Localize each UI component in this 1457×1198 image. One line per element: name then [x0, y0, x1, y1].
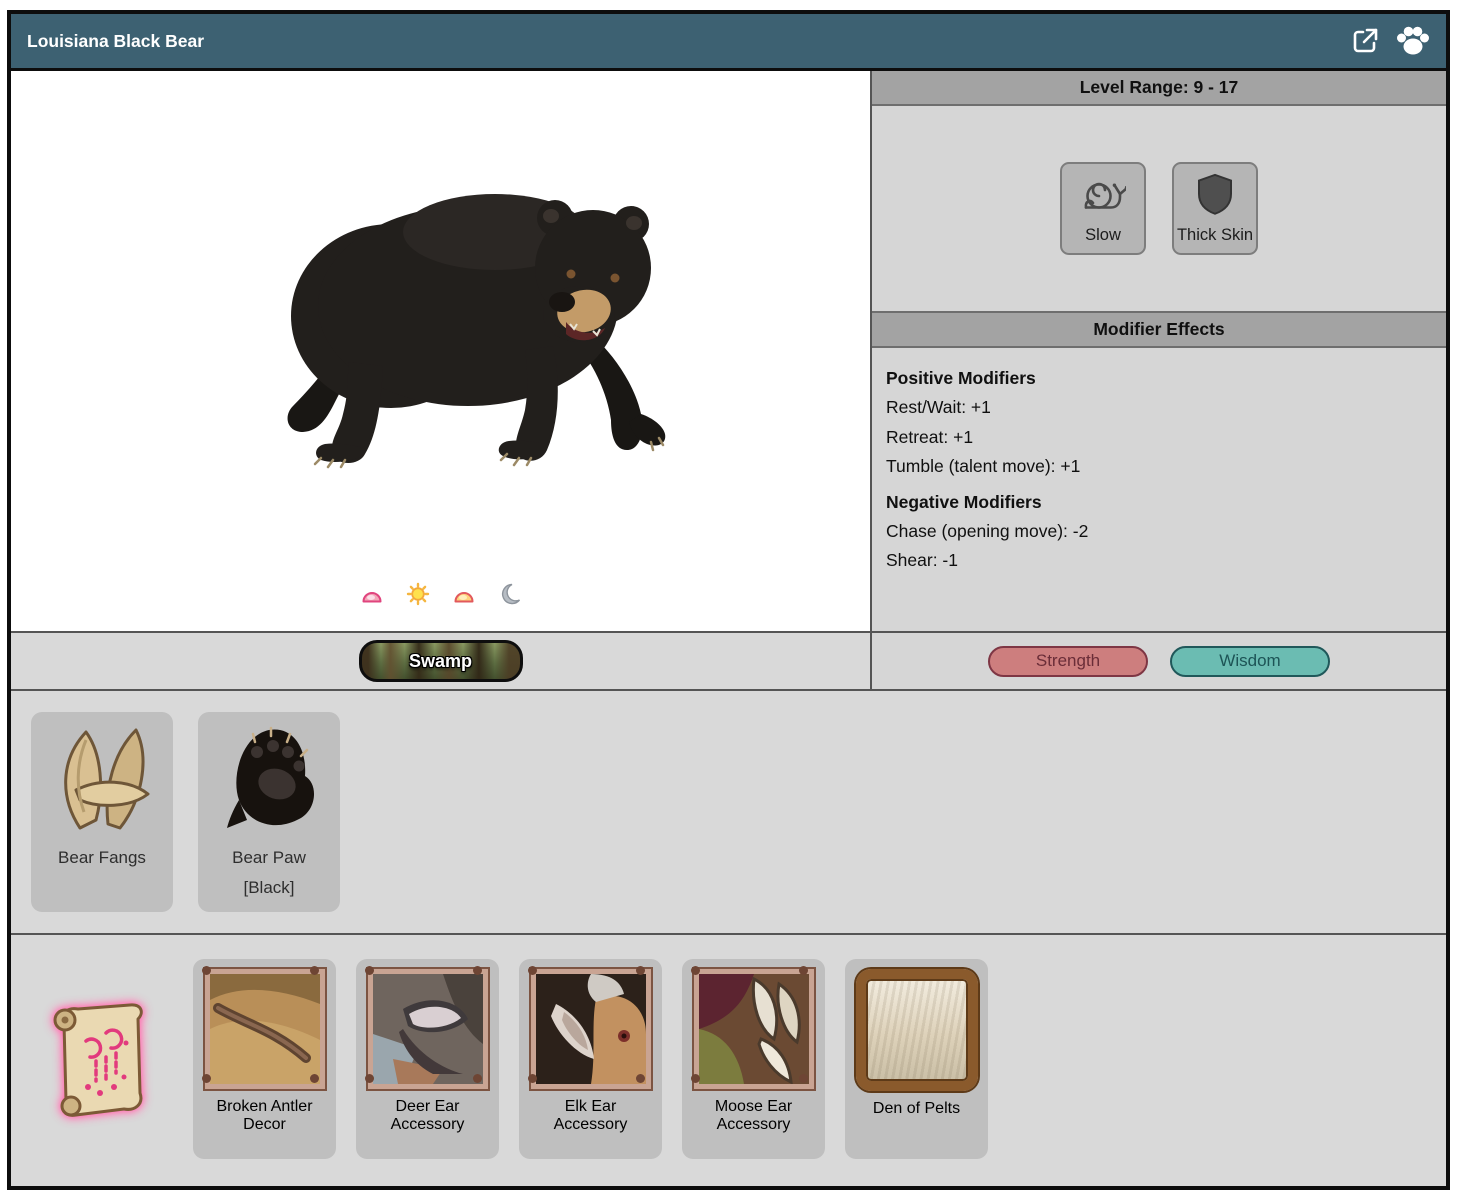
modifier-item: Tumble (talent move): +1 [886, 452, 1432, 482]
dusk-icon [452, 582, 476, 611]
item-frame [531, 969, 651, 1089]
bear-paw-image [213, 720, 325, 843]
elk-ear-image [536, 974, 646, 1084]
modifier-item: Retreat: +1 [886, 423, 1432, 453]
craftable-label: Elk Ear [565, 1098, 617, 1116]
page-title: Louisiana Black Bear [27, 31, 204, 52]
craftable-label: Moose Ear [715, 1098, 792, 1116]
craftable-label: Den of Pelts [873, 1100, 960, 1118]
black-bear-image [263, 166, 703, 476]
biome-row: Swamp [11, 631, 870, 689]
modifier-item: Rest/Wait: +1 [886, 393, 1432, 423]
modifier-effects-header: Modifier Effects [872, 311, 1446, 348]
deer-ear-image [373, 974, 483, 1084]
craftable-card-broken-antler-decor[interactable]: Broken Antler Decor [193, 959, 336, 1159]
craftable-card-deer-ear-accessory[interactable]: Deer Ear Accessory [356, 959, 499, 1159]
enemy-image-panel [11, 71, 870, 631]
biome-label: Swamp [409, 651, 472, 672]
strength-button[interactable]: Strength [988, 646, 1148, 677]
broken-antler-image [210, 974, 320, 1084]
recipe-scroll-icon[interactable] [38, 999, 156, 1126]
dawn-icon [360, 582, 384, 611]
day-icon [406, 582, 430, 611]
craftable-label: Deer Ear [395, 1098, 459, 1116]
item-frame [205, 969, 325, 1089]
moose-ear-image [699, 974, 809, 1084]
drop-label-line2: [Black] [243, 873, 294, 903]
negative-modifiers-heading: Negative Modifiers [886, 492, 1432, 513]
item-frame [368, 969, 488, 1089]
craftable-label-line2: Decor [243, 1116, 286, 1134]
craftable-card-moose-ear-accessory[interactable]: Moose Ear Accessory [682, 959, 825, 1159]
level-range-header: Level Range: 9 - 17 [872, 71, 1446, 106]
craftable-card-elk-ear-accessory[interactable]: Elk Ear Accessory [519, 959, 662, 1159]
craftable-card-den-of-pelts[interactable]: Den of Pelts [845, 959, 988, 1159]
craftable-label: Broken Antler [216, 1098, 312, 1116]
modifier-effects-list: Positive Modifiers Rest/Wait: +1 Retreat… [872, 348, 1446, 631]
main-panels: Swamp Level Range: 9 - 17 [11, 71, 1446, 691]
drop-card-bear-fangs[interactable]: Bear Fangs [31, 712, 173, 912]
shield-icon [1192, 172, 1238, 221]
craftable-label-line2: Accessory [717, 1116, 791, 1134]
night-icon [498, 582, 522, 611]
drop-card-bear-paw[interactable]: Bear Paw [Black] [198, 712, 340, 912]
ability-thick-skin[interactable]: Thick Skin [1172, 162, 1258, 255]
positive-modifiers-heading: Positive Modifiers [886, 368, 1432, 389]
snail-icon [1080, 172, 1126, 221]
title-bar: Louisiana Black Bear [11, 14, 1446, 71]
craftables-section: Broken Antler Decor Deer Ear Accessory [11, 935, 1446, 1186]
modifier-item: Chase (opening move): -2 [886, 517, 1432, 547]
den-of-pelts-image [856, 969, 978, 1091]
paw-icon[interactable] [1396, 25, 1430, 57]
item-frame [694, 969, 814, 1089]
drops-section: Bear Fangs Bear Paw [Black [11, 691, 1446, 935]
encounter-window: Louisiana Black Bear [7, 10, 1450, 1190]
external-link-icon[interactable] [1350, 26, 1380, 56]
ability-slow[interactable]: Slow [1060, 162, 1146, 255]
battle-options-row: Strength Wisdom [872, 631, 1446, 689]
stats-panel: Level Range: 9 - 17 [872, 71, 1446, 689]
craftable-label-line2: Accessory [391, 1116, 465, 1134]
ability-label: Slow [1085, 226, 1121, 245]
title-bar-icons [1350, 25, 1430, 57]
active-times-row [11, 582, 870, 611]
enemy-panel: Swamp [11, 71, 872, 689]
wisdom-button[interactable]: Wisdom [1170, 646, 1330, 677]
modifier-item: Shear: -1 [886, 546, 1432, 576]
abilities-row: Slow Thick Skin [872, 106, 1446, 311]
drop-label: Bear Fangs [58, 843, 146, 873]
ability-label: Thick Skin [1177, 226, 1253, 245]
craftable-label-line2: Accessory [554, 1116, 628, 1134]
drop-label: Bear Paw [232, 843, 306, 873]
biome-button-swamp[interactable]: Swamp [359, 640, 523, 682]
bear-fangs-image [46, 720, 158, 843]
